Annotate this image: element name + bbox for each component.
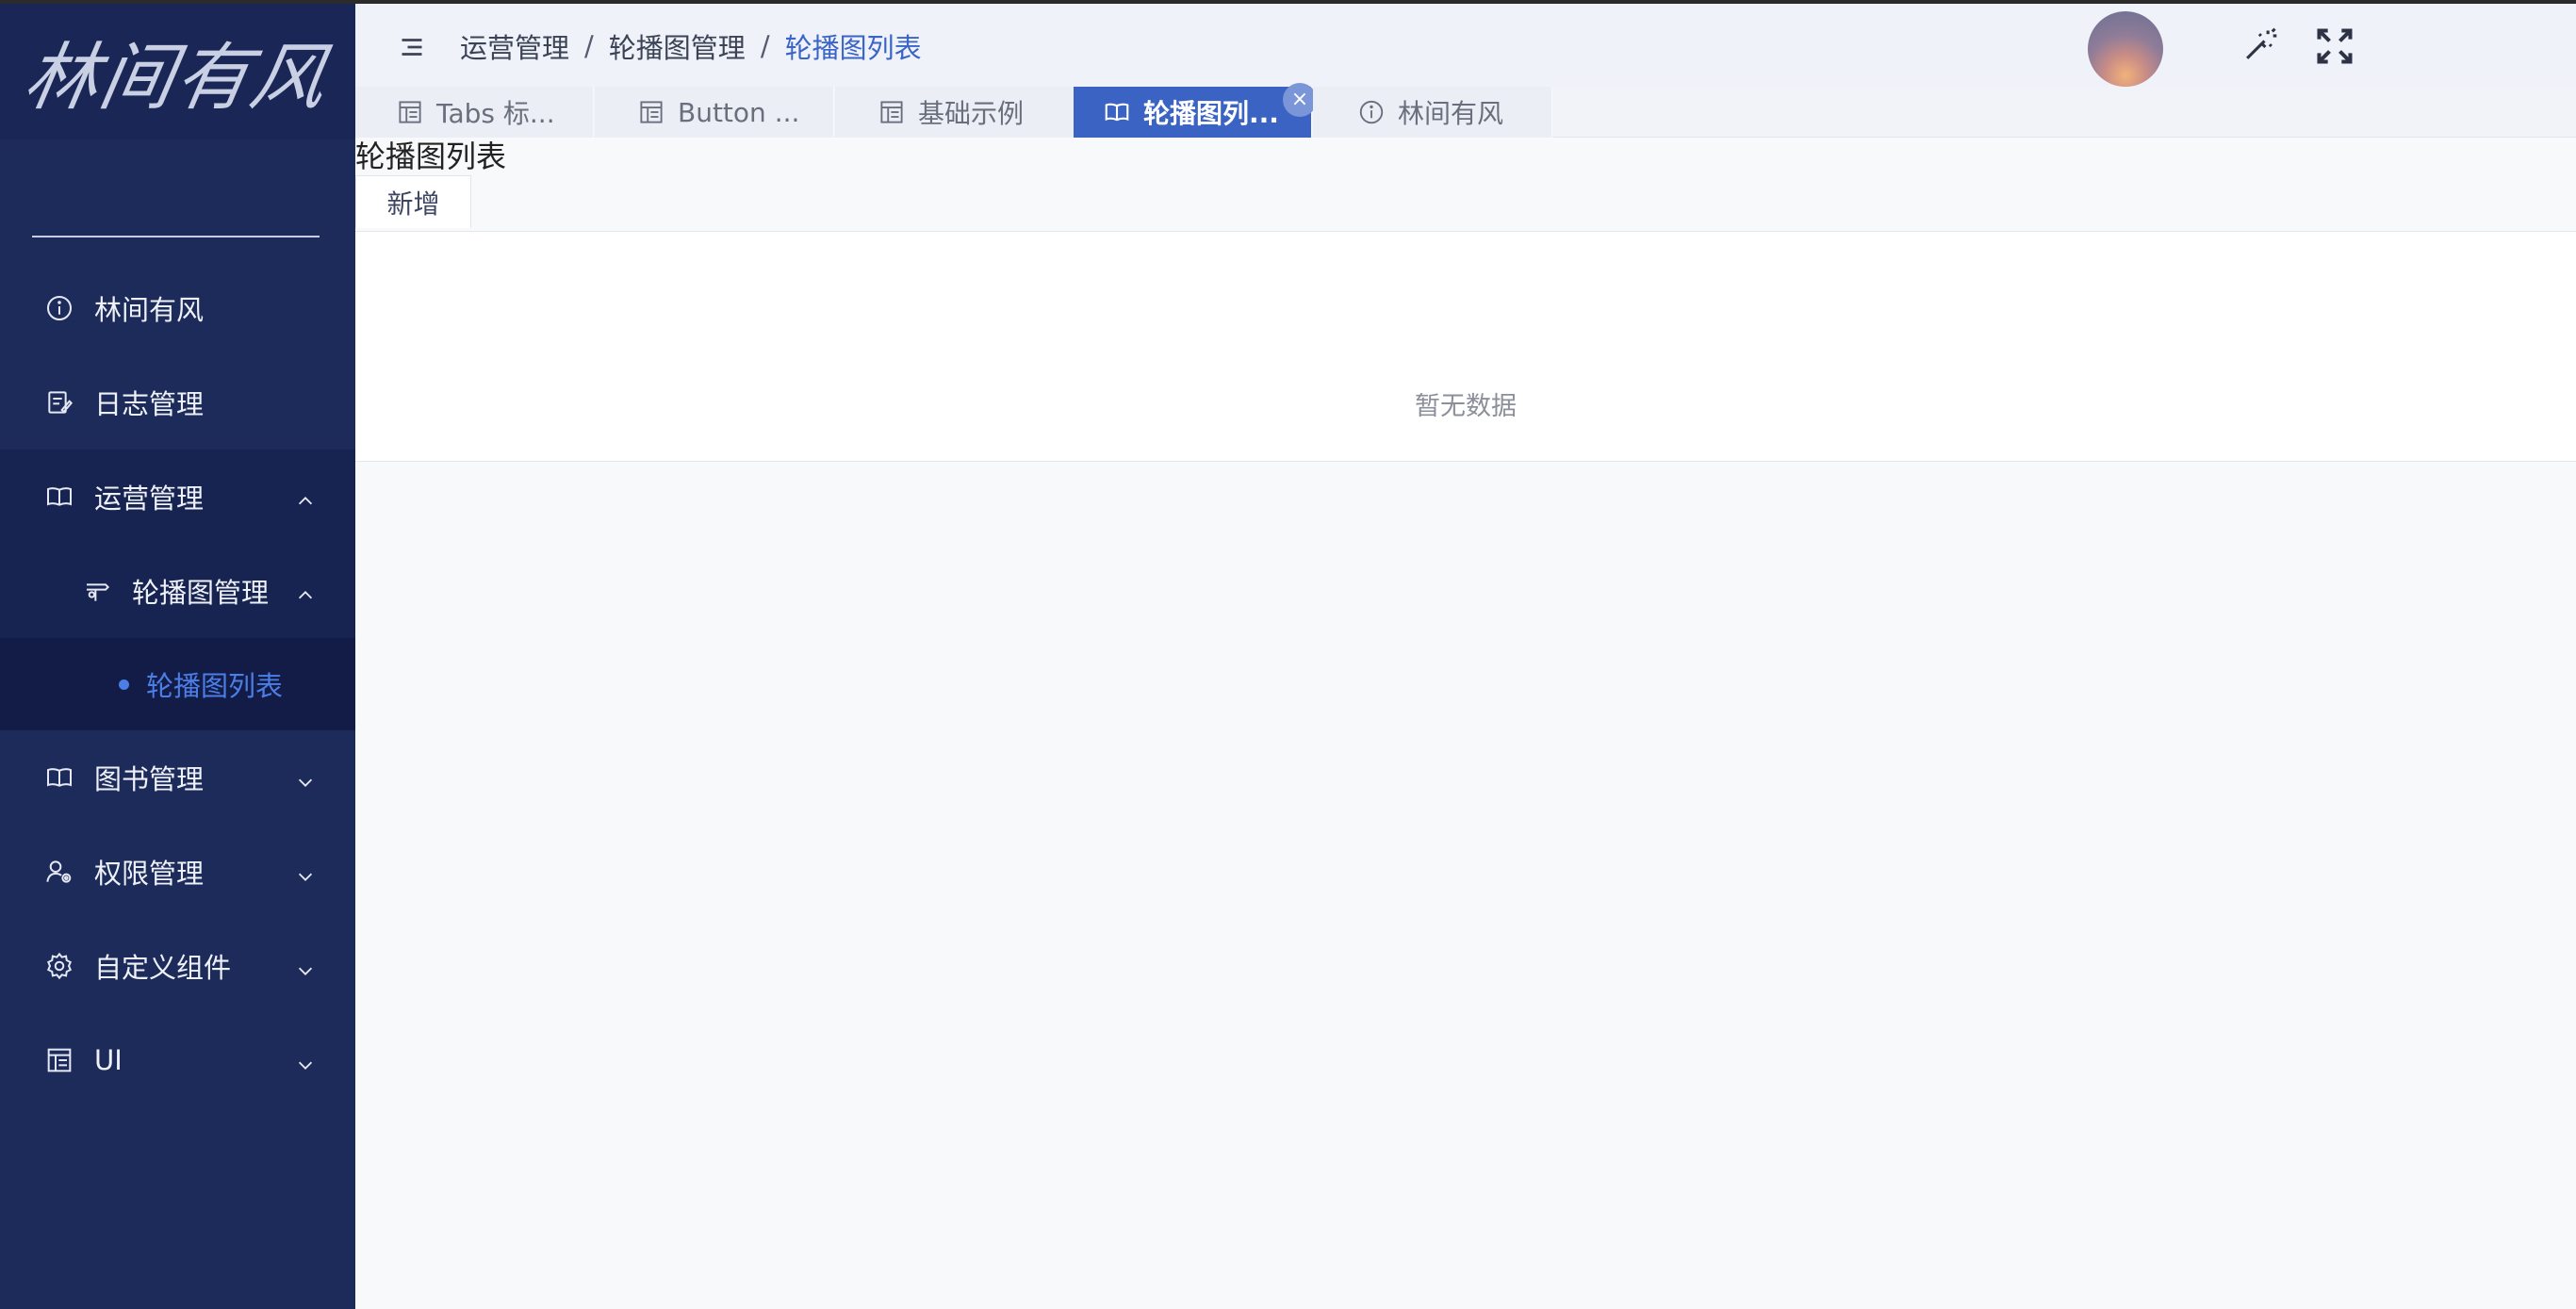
logo[interactable]: 林间有风 (0, 4, 355, 139)
sidebar-item-books[interactable]: 图书管理 (0, 730, 355, 825)
theme-button[interactable] (2238, 25, 2281, 68)
page-title: 轮播图列表 (355, 139, 507, 174)
layout-icon (395, 97, 425, 127)
active-dot (119, 679, 129, 690)
tab-label: Button ... (678, 96, 800, 128)
sidebar-item-logs[interactable]: 日志管理 (0, 355, 355, 450)
fullscreen-button[interactable] (2313, 25, 2356, 68)
sidebar-item-ui[interactable]: UI (0, 1013, 355, 1107)
sidebar-item-label: 自定义组件 (94, 952, 232, 984)
book-open-icon (1102, 97, 1132, 127)
magic-wand-icon (2246, 27, 2277, 59)
sidebar-item-label: 图书管理 (94, 763, 205, 795)
empty-state-text: 暂无数据 (1415, 392, 1517, 421)
info-circle-icon (43, 292, 75, 324)
breadcrumb-item[interactable]: 运营管理 (460, 26, 569, 66)
edit-note-icon (43, 386, 75, 418)
layout-icon (636, 97, 666, 127)
chevron-down-icon (295, 767, 316, 788)
gear-icon (43, 950, 75, 982)
tab-label: 轮播图列... (1143, 98, 1279, 129)
sidebar-item-carousel-list[interactable]: 轮播图列表 (0, 638, 355, 730)
layout-icon (43, 1044, 75, 1076)
sidebar-item-label: 权限管理 (94, 858, 205, 890)
tab-basic-example[interactable]: 基础示例 (835, 87, 1075, 138)
sidebar-item-label: UI (94, 1044, 123, 1076)
sidebar-item-custom-components[interactable]: 自定义组件 (0, 919, 355, 1013)
close-icon[interactable]: × (1283, 83, 1317, 117)
book-open-icon (43, 481, 75, 513)
menu-toggle-icon[interactable] (393, 30, 431, 64)
tab-button[interactable]: Button ... (595, 87, 834, 138)
sidebar-item-label: 轮播图列表 (146, 670, 284, 702)
data-table: 暂无数据 (355, 231, 2576, 462)
sidebar-item-label: 林间有风 (94, 294, 205, 326)
app-root: 林间有风 林间有风 日志管理 运营管理 轮播图管理 轮播图列表 图书管理 权限管… (0, 0, 2576, 1309)
breadcrumb-separator: / (760, 30, 770, 62)
sidebar-item-operations[interactable]: 运营管理 (0, 450, 355, 544)
sidebar-group-operations: 运营管理 轮播图管理 轮播图列表 (0, 450, 355, 730)
tab-tabs[interactable]: Tabs 标... (355, 87, 594, 138)
carousel-icon (81, 575, 115, 607)
breadcrumb-item[interactable]: 轮播图管理 (609, 26, 746, 66)
tab-carousel-list[interactable]: 轮播图列... × (1074, 83, 1317, 138)
info-circle-icon (1356, 97, 1386, 127)
tab-label: 基础示例 (918, 98, 1025, 129)
tab-label: 林间有风 (1398, 98, 1504, 129)
sidebar-item-label: 轮播图管理 (132, 577, 270, 609)
chevron-up-icon (295, 581, 316, 601)
top-header: 运营管理 / 轮播图管理 / 轮播图列表 (355, 0, 2576, 87)
sidebar-item-linjian[interactable]: 林间有风 (0, 261, 355, 355)
tab-linjian[interactable]: 林间有风 (1313, 87, 1552, 138)
breadcrumb-current: 轮播图列表 (784, 32, 922, 64)
chevron-down-icon (295, 1050, 316, 1071)
sidebar-item-permissions[interactable]: 权限管理 (0, 825, 355, 919)
sidebar-item-label: 运营管理 (94, 483, 205, 515)
tab-bar: Tabs 标... Button ... 基础示例 轮播图列... × 林间有风 (355, 83, 2576, 138)
sidebar-item-label: 日志管理 (94, 388, 205, 420)
breadcrumb-separator: / (584, 30, 594, 62)
book-open-icon (43, 761, 75, 794)
logo-text: 林间有风 (18, 36, 336, 121)
add-button[interactable]: 新增 (355, 175, 471, 228)
fullscreen-icon (2317, 28, 2353, 64)
breadcrumb: 运营管理 / 轮播图管理 / 轮播图列表 (460, 26, 922, 66)
layout-icon (877, 97, 907, 127)
sidebar: 林间有风 林间有风 日志管理 运营管理 轮播图管理 轮播图列表 图书管理 权限管… (0, 0, 361, 1309)
chevron-up-icon (295, 486, 316, 507)
sidebar-search (32, 173, 361, 237)
sidebar-menu: 林间有风 日志管理 运营管理 轮播图管理 轮播图列表 图书管理 权限管理 自定义… (0, 261, 355, 1107)
chevron-down-icon (295, 861, 316, 882)
tab-label: Tabs 标... (436, 98, 555, 129)
sidebar-item-carousel[interactable]: 轮播图管理 (0, 544, 355, 638)
avatar[interactable] (2088, 11, 2163, 87)
search-input[interactable] (41, 186, 361, 223)
chevron-down-icon (295, 956, 316, 976)
user-settings-icon (43, 856, 75, 888)
